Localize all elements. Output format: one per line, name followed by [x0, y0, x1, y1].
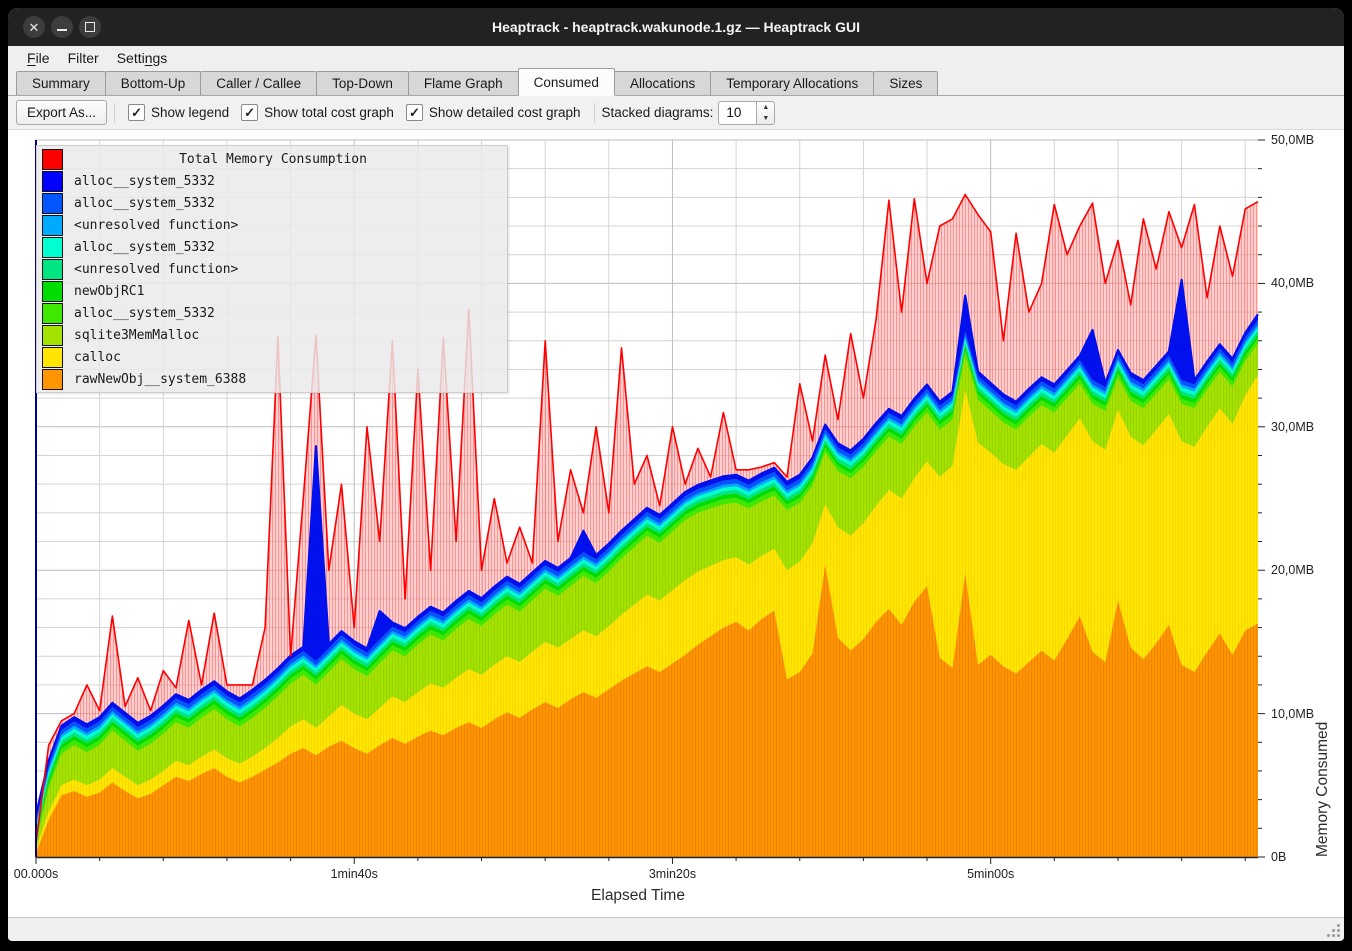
tab-allocations[interactable]: Allocations: [614, 71, 711, 95]
heaptrack-window: ✕ Heaptrack - heaptrack.wakunode.1.gz — …: [8, 8, 1344, 941]
stacked-diagrams-label: Stacked diagrams:: [602, 105, 714, 120]
tab-bar: SummaryBottom-UpCaller / CalleeTop-DownF…: [8, 70, 1344, 96]
x-axis-label: 3min20s: [649, 867, 696, 881]
toolbar: Export As... ✓Show legend ✓Show total cos…: [8, 96, 1344, 130]
legend-row: Total Memory Consumption: [37, 148, 507, 170]
legend-label: calloc: [74, 350, 121, 365]
legend-row: rawNewObj__system_6388: [37, 368, 507, 390]
legend-row: alloc__system_5332: [37, 236, 507, 258]
menu-item-filter[interactable]: Filter: [59, 48, 108, 68]
tab-consumed[interactable]: Consumed: [518, 68, 615, 96]
maximize-icon: [85, 22, 95, 32]
legend-swatch: [42, 215, 63, 236]
checkbox-show-detailed-cost-graph[interactable]: ✓Show detailed cost graph: [406, 104, 581, 121]
legend-row: <unresolved function>: [37, 214, 507, 236]
tab-caller-callee[interactable]: Caller / Callee: [200, 71, 317, 95]
checkbox-show-total-cost-graph[interactable]: ✓Show total cost graph: [241, 104, 394, 121]
maximize-button[interactable]: [79, 16, 101, 38]
x-axis-label: 1min40s: [331, 867, 378, 881]
spin-down-button[interactable]: ▼: [757, 113, 774, 124]
tab-summary[interactable]: Summary: [16, 71, 106, 95]
legend-row: alloc__system_5332: [37, 302, 507, 324]
checkmark-icon: ✓: [406, 104, 423, 121]
legend-swatch: [42, 149, 63, 170]
axis-title-elapsed-time: Elapsed Time: [8, 887, 1268, 905]
menu-item-file[interactable]: File: [18, 48, 59, 68]
y-axis-label: 10,0MB: [1271, 707, 1314, 721]
tab-flame-graph[interactable]: Flame Graph: [408, 71, 519, 95]
legend-label: newObjRC1: [74, 284, 144, 299]
legend-swatch: [42, 171, 63, 192]
legend-swatch: [42, 259, 63, 280]
legend-swatch: [42, 369, 63, 390]
legend-swatch: [42, 303, 63, 324]
y-axis-label: 0B: [1271, 850, 1286, 864]
legend-label: alloc__system_5332: [74, 174, 215, 189]
tab-sizes[interactable]: Sizes: [873, 71, 938, 95]
legend-row: <unresolved function>: [37, 258, 507, 280]
export-as-button[interactable]: Export As...: [16, 100, 107, 125]
checkbox-show-legend[interactable]: ✓Show legend: [128, 104, 229, 121]
legend-swatch: [42, 281, 63, 302]
status-bar: [8, 917, 1344, 940]
x-axis-label: 5min00s: [967, 867, 1014, 881]
y-axis-label: 50,0MB: [1271, 133, 1314, 147]
legend-swatch: [42, 237, 63, 258]
y-axis-label: 20,0MB: [1271, 563, 1314, 577]
close-button[interactable]: ✕: [23, 16, 45, 38]
menubar: FileFilterSettings: [8, 46, 1344, 70]
legend-swatch: [42, 193, 63, 214]
tab-top-down[interactable]: Top-Down: [316, 71, 409, 95]
legend-label: sqlite3MemMalloc: [74, 328, 199, 343]
x-axis-label: 00.000s: [14, 867, 58, 881]
legend-row: newObjRC1: [37, 280, 507, 302]
checkmark-icon: ✓: [241, 104, 258, 121]
legend-row: sqlite3MemMalloc: [37, 324, 507, 346]
chart-panel: 00.000s 1min40s 3min20s 5min00s 0B 10,0MB 20,…: [8, 130, 1344, 917]
y-axis-label: 40,0MB: [1271, 276, 1314, 290]
legend-label: alloc__system_5332: [74, 306, 215, 321]
toolbar-separator: [114, 103, 115, 123]
resize-grip[interactable]: [1325, 922, 1340, 937]
legend-swatch: [42, 325, 63, 346]
legend-label: Total Memory Consumption: [63, 152, 483, 167]
titlebar: ✕ Heaptrack - heaptrack.wakunode.1.gz — …: [8, 8, 1344, 46]
menu-item-settings[interactable]: Settings: [108, 48, 177, 68]
minimize-button[interactable]: [51, 16, 73, 38]
legend-row: alloc__system_5332: [37, 170, 507, 192]
y-axis-label: 30,0MB: [1271, 420, 1314, 434]
legend-label: <unresolved function>: [74, 218, 238, 233]
axis-title-memory-consumed: Memory Consumed: [1314, 140, 1332, 857]
legend-swatch: [42, 347, 63, 368]
tab-bottom-up[interactable]: Bottom-Up: [105, 71, 202, 95]
stacked-diagrams-spinbox: ▲ ▼: [718, 101, 775, 125]
chart-legend: Total Memory Consumption alloc__system_53…: [36, 145, 508, 393]
legend-label: alloc__system_5332: [74, 240, 215, 255]
window-title: Heaptrack - heaptrack.wakunode.1.gz — He…: [8, 19, 1344, 35]
legend-label: alloc__system_5332: [74, 196, 215, 211]
toolbar-separator: [594, 103, 595, 123]
stacked-diagrams-input[interactable]: [718, 101, 757, 125]
spin-up-button[interactable]: ▲: [757, 102, 774, 113]
legend-label: <unresolved function>: [74, 262, 238, 277]
legend-row: calloc: [37, 346, 507, 368]
legend-row: alloc__system_5332: [37, 192, 507, 214]
checkmark-icon: ✓: [128, 104, 145, 121]
minimize-icon: [57, 29, 67, 31]
tab-temporary-allocations[interactable]: Temporary Allocations: [710, 71, 874, 95]
legend-label: rawNewObj__system_6388: [74, 372, 246, 387]
